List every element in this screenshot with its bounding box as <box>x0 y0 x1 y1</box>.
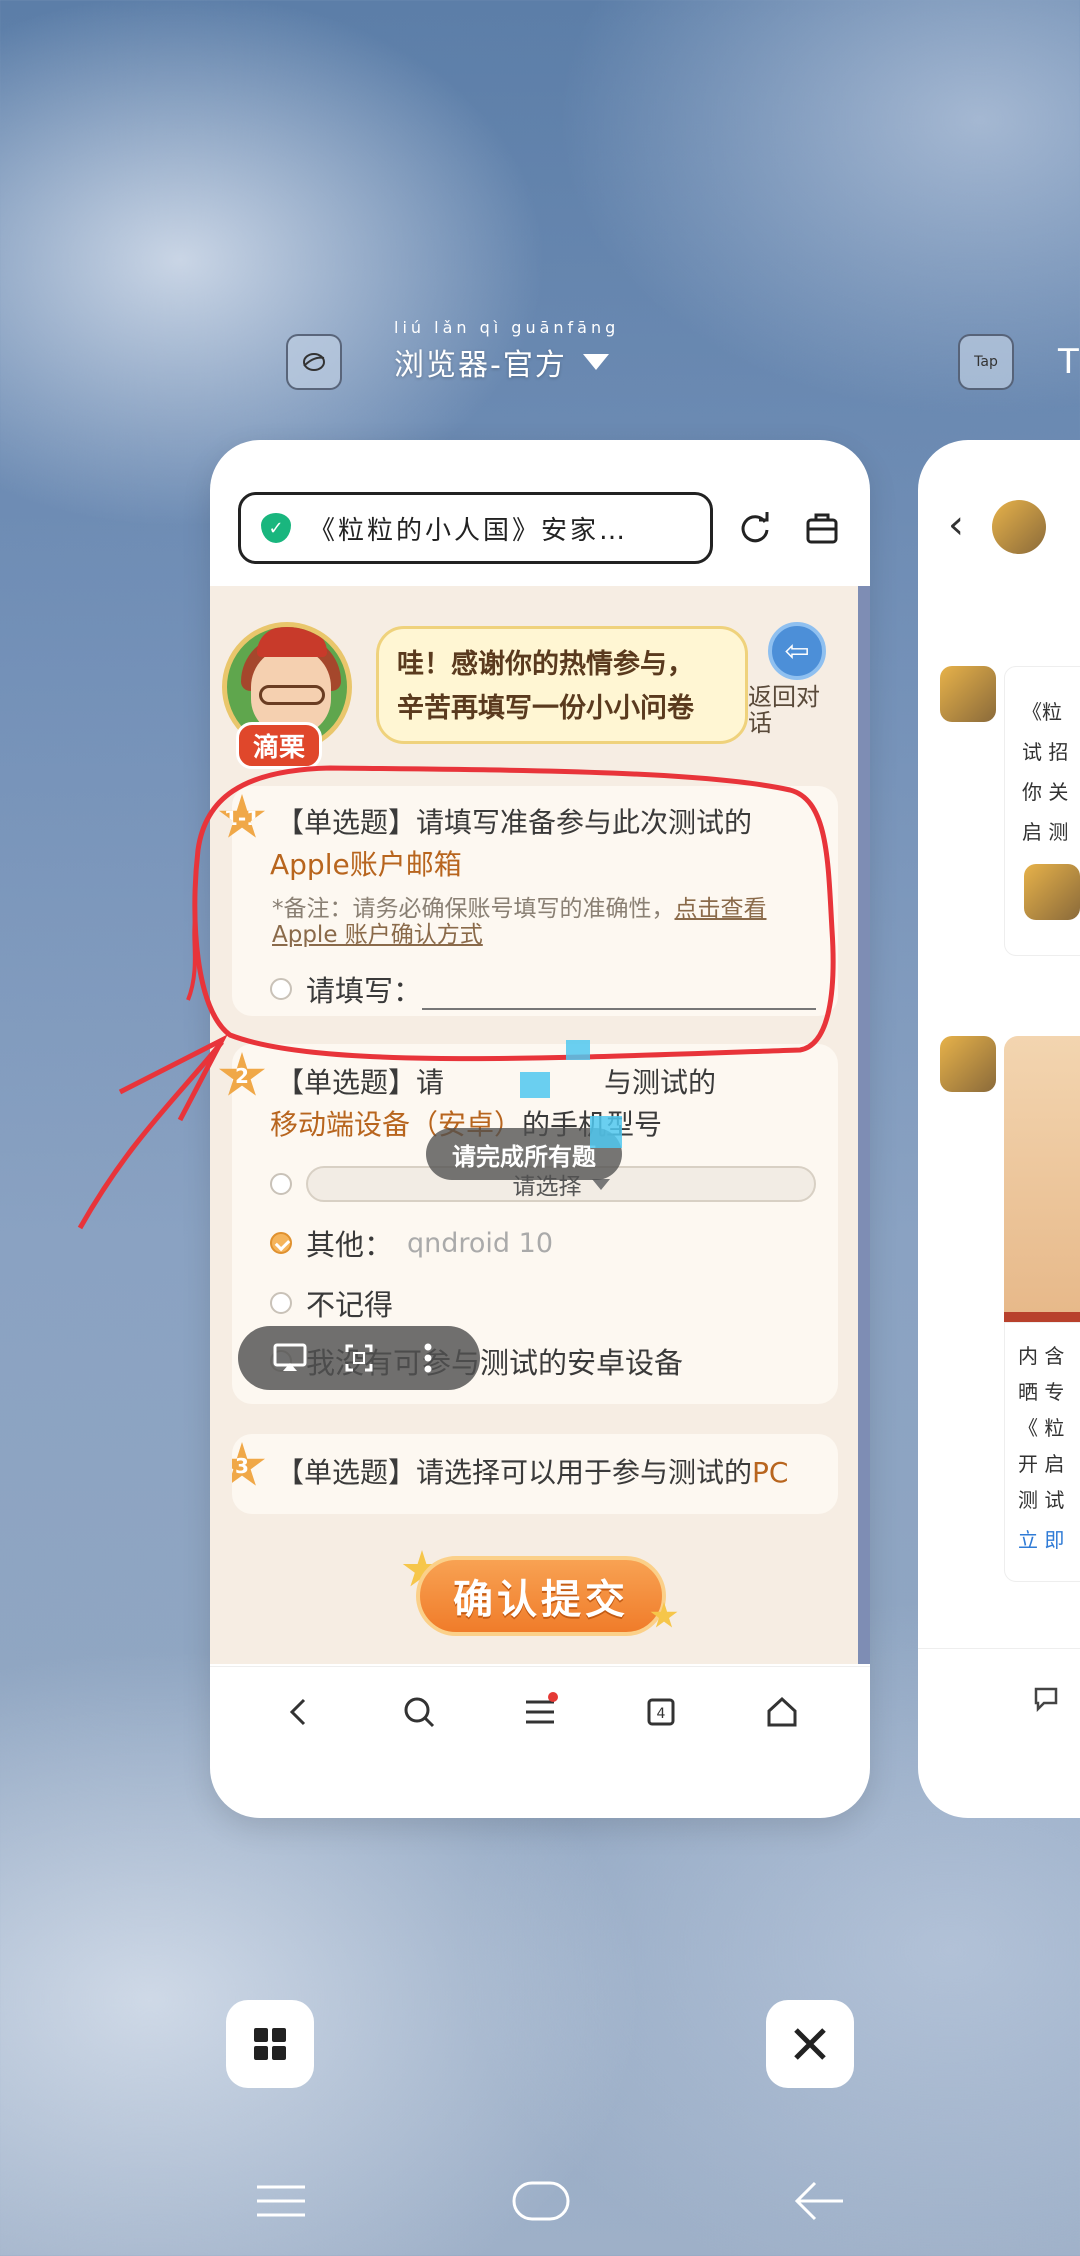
question-note: *备注：请务必确保账号填写的准确性， <box>272 896 675 922</box>
question-3: 3 【单选题】请选择可以用于参与测试的PC <box>232 1434 838 1514</box>
radio-button[interactable] <box>270 1173 292 1195</box>
chevron-down-icon <box>591 1178 610 1190</box>
search-icon[interactable] <box>397 1690 441 1734</box>
email-input-line[interactable] <box>422 1008 816 1010</box>
question-1: 1-1 【单选题】请填写准备参与此次测试的 Apple账户邮箱 *备注：请务必确… <box>218 786 838 1016</box>
question-badge: 3 <box>232 1442 266 1486</box>
toolbox-icon[interactable] <box>797 503 846 553</box>
card2-text: 《粒 <box>1022 700 1062 724</box>
home-icon[interactable] <box>506 2166 576 2236</box>
option-label: 请填写： <box>306 974 423 1008</box>
radio-button[interactable] <box>270 1292 292 1314</box>
home-icon[interactable] <box>760 1690 804 1734</box>
avatar <box>940 666 996 722</box>
card2-text: 内 含 <box>1018 1344 1065 1368</box>
cursor-marker <box>566 1040 590 1060</box>
speech-bubble: 哇！感谢你的热情参与， 辛苦再填写一份小小问卷 <box>376 626 748 744</box>
card2-text: 你 关 <box>1022 780 1069 804</box>
bubble-line-2: 辛苦再填写一份小小问卷 <box>397 693 694 724</box>
card2-text: 测 试 <box>1018 1488 1065 1512</box>
question-highlight: PC <box>752 1456 789 1489</box>
question-badge: 1-1 <box>218 794 266 838</box>
card2-text: 晒 专 <box>1018 1380 1065 1404</box>
question-title: 【单选题】请选择可以用于参与测试的 <box>276 1456 753 1489</box>
screenshot-icon[interactable] <box>339 1338 379 1378</box>
app-title: 浏览器-官方 <box>394 348 567 383</box>
chevron-down-icon[interactable] <box>582 354 609 370</box>
back-icon[interactable] <box>784 2166 854 2236</box>
refresh-icon[interactable] <box>731 503 780 553</box>
scrollbar[interactable] <box>858 586 870 1664</box>
card2-bottom-bar <box>918 1648 1080 1758</box>
app-title-ruby: liú lǎn qì guānfāng <box>394 318 620 337</box>
system-nav-bar <box>0 2166 1080 2236</box>
question-title-middle: 与测试的 <box>604 1066 717 1099</box>
browser-bottom-nav: 4 <box>210 1666 870 1756</box>
tabs-icon[interactable]: 4 <box>639 1690 683 1734</box>
question-badge: 2 <box>218 1052 266 1096</box>
more-vertical-icon[interactable] <box>408 1338 448 1378</box>
browser-card[interactable]: ✓ 《粒粒的小人国》安家… 滴栗 哇！感谢你的热情参与， 辛苦再填写一份小小问卷… <box>210 440 870 1818</box>
submit-button[interactable]: 确认提交 <box>416 1556 666 1636</box>
bubble-line-1: 哇！感谢你的热情参与， <box>397 649 694 680</box>
mascot-name: 滴栗 <box>236 722 323 769</box>
return-to-chat-button[interactable]: ⇦ 返回对话 <box>748 622 838 736</box>
return-label: 返回对话 <box>748 683 820 737</box>
cursor-marker <box>590 1116 622 1148</box>
option-forget[interactable]: 不记得 <box>270 1282 393 1324</box>
clear-all-button[interactable] <box>766 2000 854 2088</box>
radio-button[interactable] <box>270 978 292 1000</box>
avatar <box>1024 864 1080 920</box>
card2-text: 试 招 <box>1022 740 1069 764</box>
other-input[interactable]: qndroid 10 <box>407 1228 553 1259</box>
browser-toolbar: ✓ 《粒粒的小人国》安家… <box>238 492 846 564</box>
browser-app-icon[interactable] <box>286 334 342 390</box>
poster-band <box>1004 1312 1080 1322</box>
card2-text: 开 启 <box>1018 1452 1065 1476</box>
question-title-prefix: 【单选题】请 <box>276 1066 445 1099</box>
recent-app-header-2[interactable]: Tap T <box>958 332 1079 392</box>
comment-icon <box>1034 1687 1058 1713</box>
cast-icon[interactable] <box>270 1338 310 1378</box>
shield-icon: ✓ <box>261 513 291 543</box>
back-icon[interactable] <box>276 1690 320 1734</box>
card2-text: 《 粒 <box>1018 1416 1065 1440</box>
avatar <box>992 500 1046 554</box>
url-text: 《粒粒的小人国》安家… <box>309 515 629 546</box>
option-label: 其他： <box>306 1228 394 1262</box>
close-icon <box>794 2028 826 2060</box>
grid-icon <box>254 2028 286 2060</box>
avatar <box>940 1036 996 1092</box>
svg-text:4: 4 <box>656 1706 665 1722</box>
app-title-2: T <box>1058 342 1079 382</box>
recents-icon[interactable] <box>246 2166 316 2236</box>
page-content[interactable]: 滴栗 哇！感谢你的热情参与， 辛苦再填写一份小小问卷 ⇦ 返回对话 1-1 【单… <box>210 586 860 1664</box>
option-label: 不记得 <box>306 1288 394 1322</box>
radio-button-checked[interactable] <box>270 1232 292 1254</box>
tap-app-icon[interactable]: Tap <box>958 334 1014 390</box>
card2-link[interactable]: 立 即 <box>1018 1524 1064 1553</box>
cursor-marker <box>520 1072 550 1098</box>
poster-image <box>1004 1036 1080 1312</box>
back-icon[interactable]: ‹ <box>948 502 964 548</box>
recent-app-header[interactable]: liú lǎn qì guānfāng 浏览器-官方 <box>286 318 615 392</box>
option-other[interactable]: 其他： qndroid 10 <box>270 1222 553 1264</box>
split-screen-button[interactable] <box>226 2000 314 2088</box>
return-icon: ⇦ <box>768 622 826 680</box>
arrow-tail <box>186 919 197 1001</box>
notification-dot <box>547 1691 558 1702</box>
floating-toolbar[interactable] <box>238 1326 480 1390</box>
url-bar[interactable]: ✓ 《粒粒的小人国》安家… <box>238 492 713 564</box>
question-title: 【单选题】请填写准备参与此次测试的 <box>276 806 753 839</box>
second-app-card[interactable]: ‹ 《粒 试 招 你 关 启 测 内 含 晒 专 《 粒 开 启 测 试 立 即 <box>918 440 1080 1818</box>
option-fill-in[interactable]: 请填写： <box>270 968 422 1010</box>
card2-text: 启 测 <box>1022 820 1069 844</box>
menu-icon[interactable] <box>518 1690 562 1734</box>
question-highlight: Apple账户邮箱 <box>270 848 462 881</box>
arrow-shaft <box>77 1040 224 1230</box>
arrow-head <box>118 1034 228 1122</box>
